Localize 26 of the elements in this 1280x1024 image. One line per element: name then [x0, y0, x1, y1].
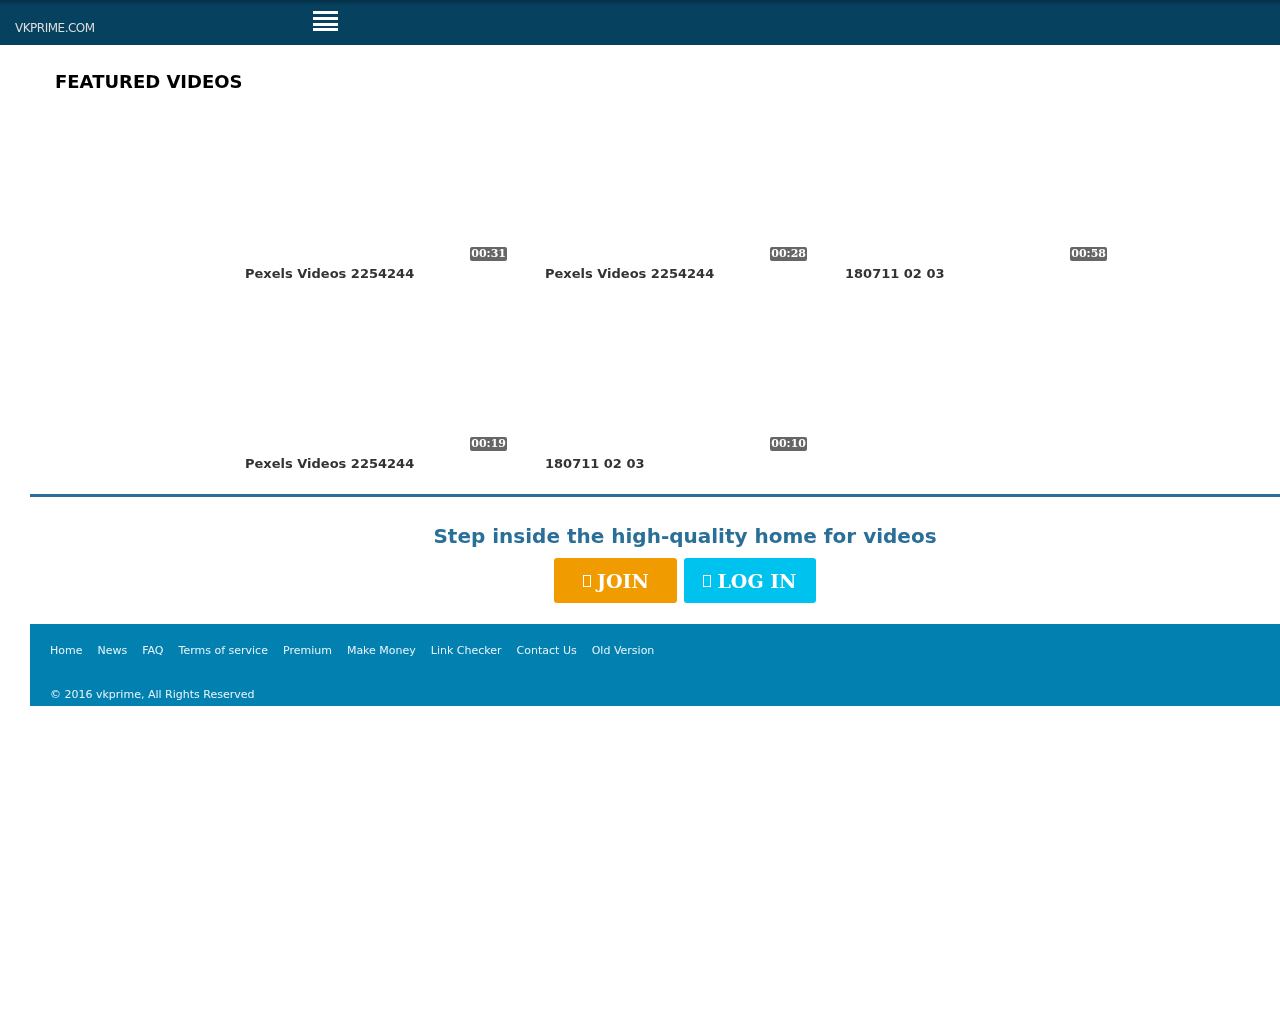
footer-link[interactable]: Old Version: [591, 644, 655, 657]
copyright-text: © 2016 vkprime, All Rights Reserved: [50, 688, 256, 701]
duration-badge: 00:31: [470, 247, 507, 261]
footer-link[interactable]: Home: [50, 644, 83, 657]
footer-link[interactable]: Link Checker: [430, 644, 502, 657]
video-title-link[interactable]: 180711 02 03: [845, 266, 1145, 281]
footer-link[interactable]: Terms of service: [178, 644, 268, 657]
join-button[interactable]: JOIN: [554, 558, 678, 603]
duration-badge: 00:19: [470, 437, 507, 451]
video-title-link[interactable]: Pexels Videos 2254244: [245, 456, 545, 471]
footer-link[interactable]: FAQ: [142, 644, 164, 657]
section-heading: FEATURED VIDEOS: [54, 70, 244, 94]
footer-link[interactable]: News: [97, 644, 128, 657]
login-button[interactable]: LOG IN: [684, 558, 816, 603]
duration-badge: 00:10: [770, 437, 807, 451]
duration-badge: 00:28: [770, 247, 807, 261]
video-title-link[interactable]: 180711 02 03: [545, 456, 845, 471]
footer-link[interactable]: Contact Us: [516, 644, 577, 657]
site-logo[interactable]: VKPRIME.COM: [15, 21, 95, 35]
video-title-link[interactable]: Pexels Videos 2254244: [545, 266, 845, 281]
video-title-link[interactable]: Pexels Videos 2254244: [245, 266, 545, 281]
duration-badge: 00:58: [1070, 247, 1107, 261]
tagline: Step inside the high-quality home for videos: [433, 524, 937, 548]
footer-link[interactable]: Premium: [282, 644, 332, 657]
footer-link[interactable]: Make Money: [346, 644, 416, 657]
menu-icon[interactable]: [313, 11, 338, 31]
